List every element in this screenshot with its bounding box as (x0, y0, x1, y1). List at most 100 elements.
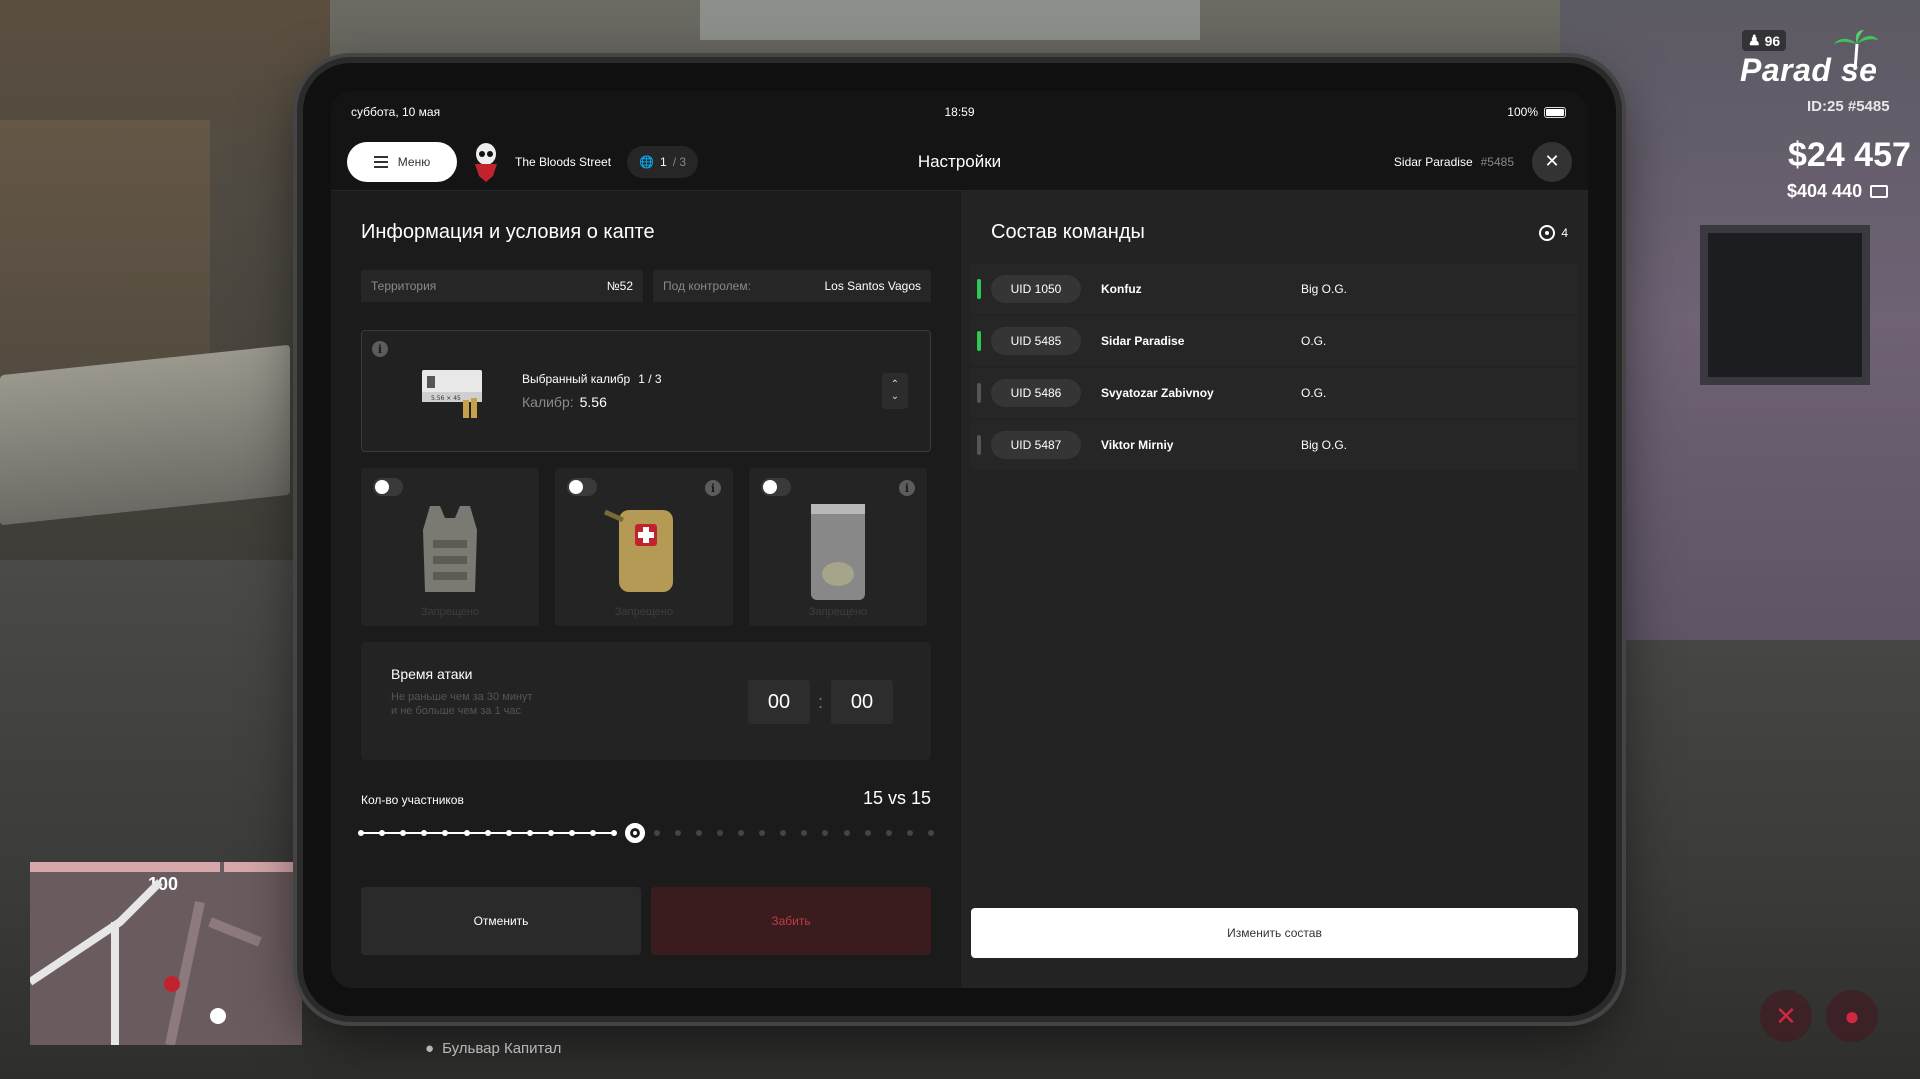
slider-step[interactable] (569, 830, 576, 836)
status-time: 18:59 (944, 105, 975, 119)
member-name: Svyatozar Zabivnoy (1101, 386, 1214, 400)
globe-icon: 🌐 (639, 154, 655, 169)
user-name: Sidar Paradise (1393, 154, 1473, 169)
book-button[interactable]: Забить (651, 887, 931, 955)
info-icon[interactable]: i (899, 480, 915, 496)
slider-step[interactable] (379, 830, 386, 836)
item-status: Запрещено (808, 606, 868, 618)
slider-step[interactable] (780, 830, 787, 836)
attack-time-description: Не раньше чем за 30 минут и не больше че… (391, 691, 533, 717)
slider-step[interactable] (738, 830, 744, 836)
attack-time-inputs: 00 : 00 (747, 680, 893, 724)
member-uid: UID 5487 (991, 431, 1081, 459)
close-icon: ✕ (1544, 151, 1560, 171)
close-button[interactable]: ✕ (1532, 141, 1572, 182)
member-rank: Big O.G. (1301, 438, 1348, 452)
online-counter: ♟ 96 (1742, 30, 1787, 51)
tablet-screen: суббота, 10 мая 18:59 100% Меню The Bloo… (331, 91, 1588, 988)
caliber-switch-button[interactable]: ⌃ ⌄ (882, 373, 908, 409)
slider-step[interactable] (484, 830, 491, 836)
game-concrete-barrier (0, 344, 290, 526)
cancel-button[interactable]: Отменить (361, 887, 641, 955)
slider-step[interactable] (695, 830, 702, 836)
players-count-row: Кол-во участников 15 vs 15 (361, 788, 931, 809)
attack-time-card: Время атаки Не раньше чем за 30 минут и … (361, 642, 931, 760)
team-member-row[interactable]: UID 5485 Sidar Paradise O.G. (971, 316, 1578, 366)
team-list: UID 1050 Konfuz Big O.G. UID 5485 Sidar Para… (971, 264, 1578, 470)
bank-amount: $404 440 (1787, 181, 1889, 202)
bag-toggle[interactable] (761, 478, 791, 496)
member-rank: Big O.G. (1301, 282, 1348, 296)
caliber-info: Выбранный калибр 1 / 3 Калибр: 5.56 (522, 372, 662, 410)
slider-step[interactable] (674, 830, 681, 836)
online-status-indicator (977, 331, 981, 351)
skull-bandana-icon (475, 142, 497, 182)
item-card-armor[interactable]: Запрещено (361, 468, 539, 626)
info-icon[interactable]: i (705, 480, 721, 496)
players-count-label: Кол-во участников (361, 793, 464, 807)
players-icon: ♟ (1748, 32, 1761, 48)
battery-indicator: 100% (1507, 105, 1566, 119)
team-title: Состав команды (991, 221, 1145, 243)
team-member-row[interactable]: UID 1050 Konfuz Big O.G. (971, 264, 1578, 314)
slider-step[interactable] (526, 830, 533, 836)
slider-step[interactable] (611, 830, 618, 836)
member-name: Viktor Mirniy (1101, 438, 1174, 452)
tablet: суббота, 10 мая 18:59 100% Меню The Bloo… (303, 63, 1616, 1016)
slider-step[interactable] (885, 830, 892, 836)
server-logo: Parad se (1740, 52, 1878, 88)
online-count: 96 (1764, 32, 1781, 49)
players-slider[interactable] (358, 823, 934, 843)
medkit-toggle[interactable] (567, 478, 597, 496)
slider-step[interactable] (843, 830, 850, 836)
slider-step[interactable] (421, 830, 428, 836)
minutes-input[interactable]: 00 (831, 680, 893, 724)
svg-text:5.56 × 45: 5.56 × 45 (431, 395, 461, 402)
caliber-selector[interactable]: i 5.56 × 45 Выбранный калибр 1 / 3 Калибр… (361, 330, 931, 452)
slider-step[interactable] (906, 830, 913, 836)
user-info: Sidar Paradise #5485 (1394, 155, 1514, 169)
slider-step[interactable] (928, 830, 934, 836)
hamburger-icon (373, 155, 388, 168)
slider-step[interactable] (864, 830, 871, 836)
content: Информация и условия о капте Территория … (331, 191, 1588, 988)
card-icon (1870, 185, 1889, 198)
caliber-value: 5.56 (579, 394, 607, 410)
user-uid: #5485 (1480, 154, 1514, 169)
capture-info-row: Территория №52 Под контролем: Los Santos… (361, 270, 931, 302)
hours-input[interactable]: 00 (747, 680, 810, 724)
slider-step[interactable] (653, 830, 660, 836)
change-team-button[interactable]: Изменить состав (971, 908, 1578, 958)
slider-thumb[interactable] (625, 823, 646, 843)
slider-step[interactable] (358, 830, 364, 836)
team-member-row[interactable]: UID 5487 Viktor Mirniy Big O.G. (971, 420, 1578, 470)
item-status: Запрещено (614, 606, 674, 618)
slider-step[interactable] (822, 830, 829, 836)
crosshair-icon (1539, 224, 1556, 241)
slider-step[interactable] (716, 830, 723, 836)
territory-field: Территория №52 (361, 270, 643, 302)
member-rank: O.G. (1301, 334, 1327, 348)
slider-step[interactable] (548, 830, 554, 836)
tablet-statusbar: суббота, 10 мая 18:59 100% (331, 91, 1588, 133)
info-icon[interactable]: i (372, 341, 388, 357)
menu-button[interactable]: Меню (347, 141, 457, 182)
ammo-box-icon: 5.56 × 45 (422, 370, 482, 418)
armor-toggle[interactable] (373, 478, 403, 496)
slider-step[interactable] (801, 830, 808, 836)
slider-step[interactable] (400, 830, 407, 836)
cash-amount: $24 457 (1788, 136, 1911, 174)
slider-step[interactable] (442, 830, 449, 836)
team-member-row[interactable]: UID 5486 Svyatozar Zabivnoy O.G. (971, 368, 1578, 418)
slider-step[interactable] (505, 830, 512, 836)
slider-step[interactable] (590, 830, 597, 836)
item-card-medkit[interactable]: i Запрещено (555, 468, 733, 626)
item-card-bag[interactable]: i Запрещено (749, 468, 927, 626)
online-status-indicator (977, 383, 981, 403)
slider-step[interactable] (759, 830, 766, 836)
territory-counter[interactable]: 🌐 1 / 3 (627, 145, 699, 178)
player-id: ID:25 #5485 (1807, 98, 1890, 115)
team-panel: Состав команды 4 UID 1050 Konfuz Big O.G. U… (961, 191, 1588, 988)
slider-step[interactable] (463, 830, 470, 836)
chevron-down-icon: ⌄ (890, 391, 900, 402)
